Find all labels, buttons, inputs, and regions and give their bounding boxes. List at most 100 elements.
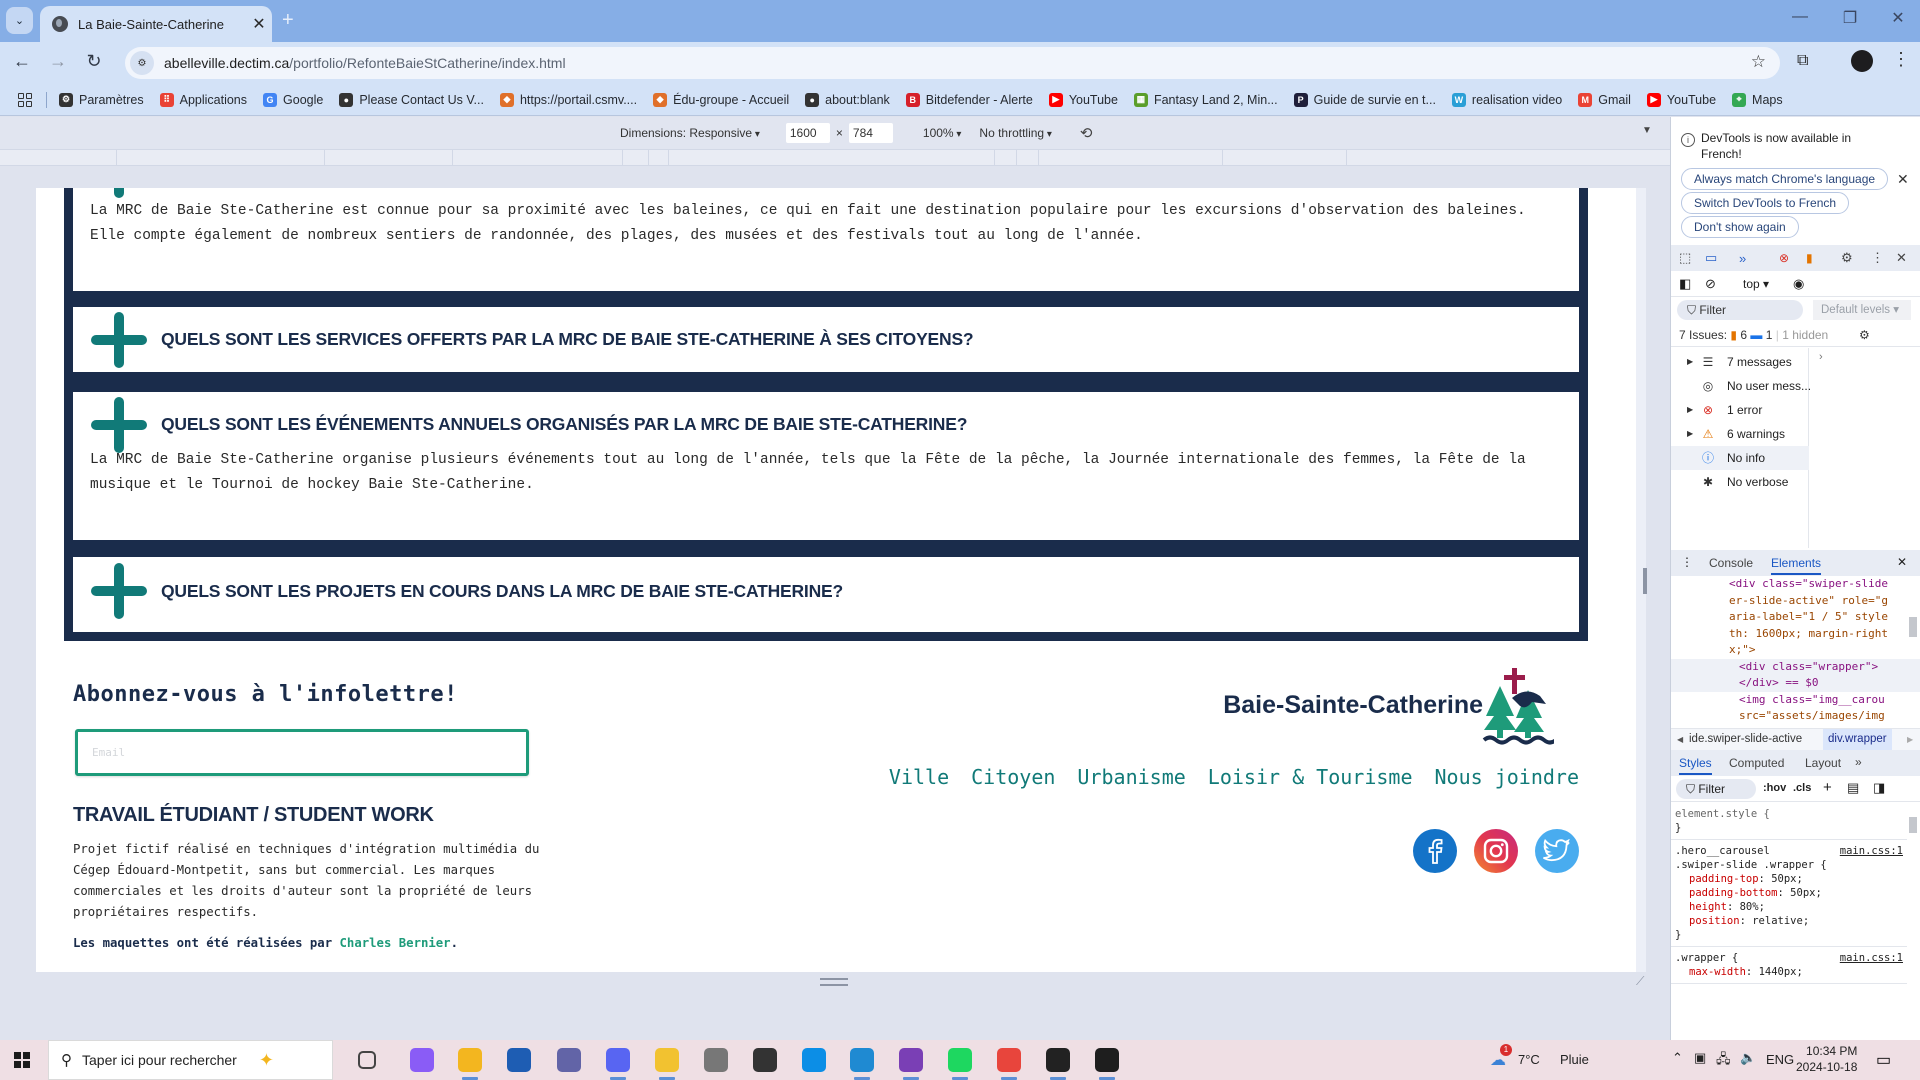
credits-author-link[interactable]: Charles Bernier [340,936,451,950]
plus-icon[interactable] [91,563,147,619]
reload-button[interactable]: ↻ [82,51,106,72]
hover-state-toggle[interactable]: :hov [1763,782,1786,794]
dom-node-line[interactable]: <img class="img__carou [1671,692,1920,709]
faq-question[interactable]: QUELS SONT LES ÉVÉNEMENTS ANNUELS ORGANI… [161,414,967,435]
breadcrumb-item[interactable]: ide.swiper-slide-active [1689,729,1802,750]
style-rule[interactable]: .hero__carousel .swiper-slide .wrapper {… [1671,840,1907,947]
issues-settings-icon[interactable]: ⚙ [1859,323,1870,347]
breadcrumb-item-active[interactable]: div.wrapper [1823,729,1892,750]
bookmark-item[interactable]: ◆ Édu-groupe - Accueil [653,92,789,107]
console-category-item[interactable]: ✱ No verbose [1671,470,1809,494]
style-source-link[interactable]: main.css:1 [1840,844,1903,858]
tab-active[interactable]: La Baie-Sainte-Catherine ✕ [40,6,272,42]
bookmark-item[interactable]: ⚙ Paramètres [59,92,144,107]
dont-show-again-button[interactable]: Don't show again [1681,216,1799,238]
issues-bar[interactable]: 7 Issues: ▮ 6 ▬ 1 | 1 hidden ⚙ [1671,323,1920,347]
bookmark-star-icon[interactable]: ☆ [1751,52,1766,72]
dom-node-line[interactable]: x;"> [1671,642,1920,659]
github-desktop-icon[interactable] [899,1048,923,1072]
new-tab-button[interactable]: + [282,9,294,32]
dom-node-line[interactable]: er-slide-active" role="g [1671,593,1920,610]
dom-node-line[interactable]: </div> == $0 [1671,675,1920,692]
console-category-item[interactable]: ◎ No user mess... [1671,374,1811,398]
switch-to-french-button[interactable]: Switch DevTools to French [1681,192,1850,214]
style-property[interactable]: max-width: 1440px; [1675,965,1903,979]
styles-scrollbar[interactable] [1909,817,1917,833]
viewport-side-resize-handle[interactable] [1643,568,1647,594]
copilot-icon[interactable] [410,1048,434,1072]
faq-item[interactable]: QUELS SONT LES PROJETS EN COURS DANS LA … [73,557,1579,632]
network-icon[interactable]: 🖧 [1716,1050,1731,1072]
bookmark-item[interactable]: ⌖ Maps [1732,92,1783,107]
task-view-icon[interactable] [358,1051,376,1069]
bookmark-item[interactable]: P Guide de survie en t... [1293,92,1436,107]
elements-tree[interactable]: <div class="swiper-slide er-slide-active"… [1671,576,1920,726]
devtools-menu-icon[interactable]: ⋮ [1871,250,1884,266]
bookmark-item[interactable]: ⠿ Applications [159,92,247,107]
bookmark-item[interactable]: ▦ Fantasy Land 2, Min... [1133,92,1278,107]
expand-arrow-icon[interactable]: ▶ [1687,350,1693,374]
bookmark-item[interactable]: ▶ YouTube [1048,92,1118,107]
bookmark-item[interactable]: Wrealisation video [1451,92,1562,107]
back-button[interactable]: ← [10,51,34,72]
volume-icon[interactable]: 🔈 [1740,1050,1756,1066]
sidebar-toggle-icon[interactable]: ◧ [1679,276,1691,292]
plus-icon[interactable] [91,188,147,198]
extensions-icon[interactable]: ⧉ [1797,52,1808,70]
style-property[interactable]: padding-bottom: 50px; [1675,886,1903,900]
styles-pane[interactable]: element.style {} .hero__carousel .swiper-… [1671,803,1907,1040]
bookmark-item[interactable]: ● about:blank [805,92,890,107]
style-source-link[interactable]: main.css:1 [1840,951,1903,965]
bookmark-item[interactable]: G Google [263,92,323,107]
file-explorer-icon[interactable] [458,1048,482,1072]
context-selector[interactable]: top ▾ [1743,277,1769,291]
teams-icon[interactable] [557,1048,581,1072]
bookmark-item[interactable]: ● Please Contact Us V... [339,92,484,107]
console-category-item[interactable]: ▶ ☰ 7 messages [1671,350,1809,374]
device-toolbar-more-icon[interactable]: ▼ [1642,125,1652,136]
console-category-item[interactable]: ⓘ No info [1671,446,1809,470]
clock[interactable]: 10:34 PM 2024-10-18 [1796,1043,1857,1075]
tab-computed[interactable]: Computed [1729,756,1784,770]
url-text[interactable]: abelleville.dectim.ca/portfolio/RefonteB… [164,55,566,71]
close-window-button[interactable]: ✕ [1878,8,1918,28]
paint-brush-icon[interactable]: ▤ [1847,780,1859,796]
bm-app-icon[interactable] [753,1048,777,1072]
plus-icon[interactable] [91,312,147,368]
inspect-element-icon[interactable]: ⬚ [1679,250,1691,266]
expand-arrow-icon[interactable]: ▶ [1687,398,1693,422]
error-count-icon[interactable]: ⊗ [1779,251,1789,265]
dom-node-line[interactable]: th: 1600px; margin-right [1671,626,1920,643]
twitter-link[interactable] [1535,829,1579,873]
notifications-icon[interactable]: ▭ [1876,1050,1891,1070]
dimensions-dropdown[interactable]: Dimensions: Responsive [620,126,760,140]
console-category-item[interactable]: ▶ ⊗ 1 error [1671,398,1809,422]
new-style-rule-icon[interactable]: + [1823,779,1832,796]
camera-icon[interactable]: ▣ [1694,1050,1706,1066]
breadcrumb-left-arrow[interactable]: ◀ [1677,729,1683,750]
settings-icon[interactable]: ⚙ [1841,250,1853,266]
instagram-link[interactable] [1474,829,1518,873]
console-category-item[interactable]: ▶ ⚠ 6 warnings [1671,422,1809,446]
close-drawer-icon[interactable]: ✕ [1897,555,1907,569]
email-input[interactable] [75,729,529,776]
faq-item[interactable]: QUELS SONT LES SERVICES OFFERTS PAR LA M… [73,307,1579,372]
minimize-button[interactable]: — [1780,8,1820,26]
bookmark-item[interactable]: ▶ YouTube [1646,92,1716,107]
browser-menu-icon[interactable]: ⋮ [1892,49,1910,70]
styles-filter-input[interactable]: ⛉ Filter [1676,779,1756,799]
apps-grid-icon[interactable] [18,92,32,107]
faq-question[interactable]: QUELS SONT LES SERVICES OFFERTS PAR LA M… [161,329,974,350]
style-property[interactable]: padding-top: 50px; [1675,872,1903,886]
weather-desc[interactable]: Pluie [1560,1052,1589,1067]
height-input[interactable]: 784 [848,123,893,143]
drawer-tab-console[interactable]: Console [1709,556,1753,570]
address-bar[interactable]: ⚙ abelleville.dectim.ca/portfolio/Refont… [125,47,1780,79]
always-match-language-button[interactable]: Always match Chrome's language [1681,168,1889,190]
bookmark-item[interactable]: M Gmail [1578,92,1631,107]
log-levels-dropdown[interactable]: Default levels ▾ [1813,300,1911,320]
close-banner-icon[interactable]: ✕ [1897,171,1909,188]
vscode-icon[interactable] [850,1048,874,1072]
site-info-icon[interactable]: ⚙ [130,51,154,75]
faq-question[interactable]: QUELS SONT LES PROJETS EN COURS DANS LA … [161,581,843,602]
